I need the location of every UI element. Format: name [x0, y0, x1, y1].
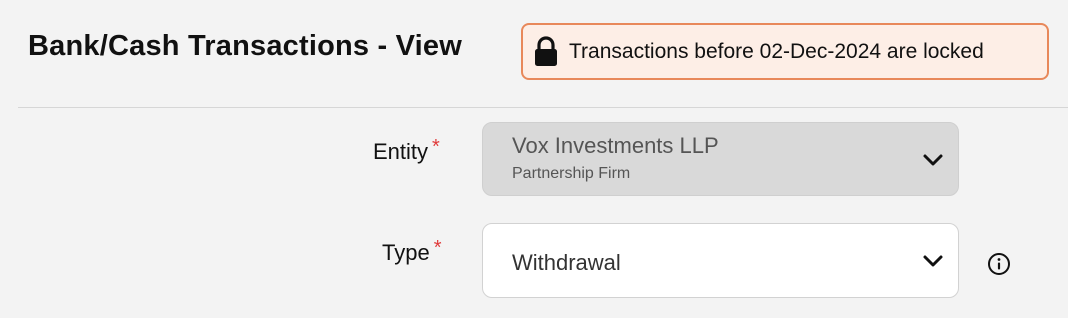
- page: Bank/Cash Transactions - View Transactio…: [0, 0, 1068, 318]
- lock-icon: [533, 35, 559, 68]
- info-icon[interactable]: [987, 252, 1011, 276]
- type-selected-value: Withdrawal: [512, 250, 621, 275]
- chevron-down-icon: [922, 254, 944, 268]
- chevron-down-icon: [922, 153, 944, 167]
- entity-selected-subtitle: Partnership Firm: [512, 165, 631, 182]
- page-title: Bank/Cash Transactions - View: [28, 30, 462, 62]
- entity-label-text: Entity: [373, 139, 429, 164]
- required-marker: *: [433, 237, 442, 259]
- lock-banner: Transactions before 02-Dec-2024 are lock…: [521, 23, 1049, 80]
- type-label: Type *: [382, 237, 442, 266]
- entity-selected-name: Vox Investments LLP: [512, 133, 719, 158]
- page-header: Bank/Cash Transactions - View Transactio…: [0, 0, 1068, 107]
- header-divider: [18, 107, 1068, 108]
- lock-banner-text: Transactions before 02-Dec-2024 are lock…: [569, 39, 984, 63]
- required-marker: *: [432, 136, 440, 158]
- type-select[interactable]: Withdrawal: [482, 223, 959, 298]
- entity-select[interactable]: Vox Investments LLP Partnership Firm: [482, 122, 959, 196]
- type-label-text: Type: [382, 240, 430, 265]
- entity-label: Entity *: [373, 136, 440, 165]
